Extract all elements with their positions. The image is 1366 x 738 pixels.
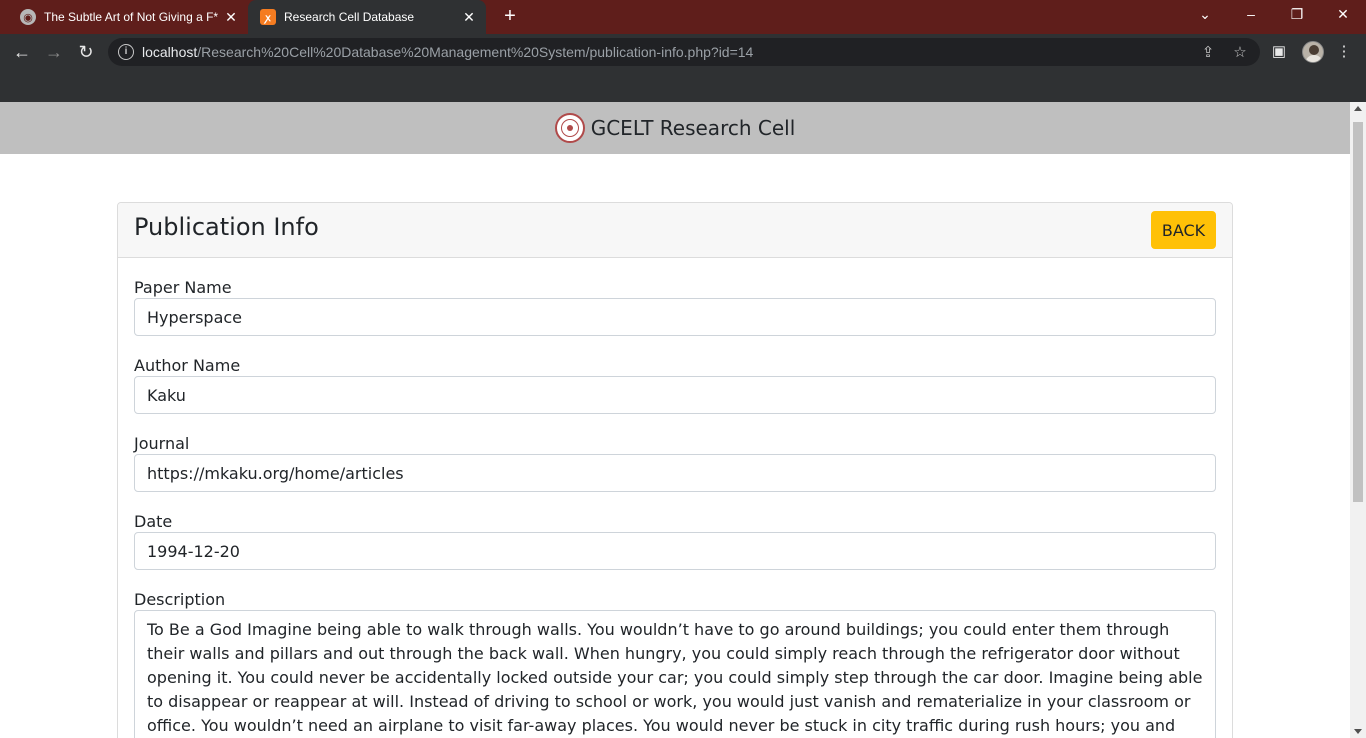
url-text: localhost/Research%20Cell%20Database%20M… (142, 44, 754, 60)
minimize-icon[interactable]: – (1240, 6, 1262, 22)
scroll-up-icon[interactable] (1354, 106, 1362, 111)
date-field[interactable]: 1994-12-20 (134, 532, 1216, 570)
page-scrollbar[interactable] (1350, 102, 1366, 738)
tab-title: The Subtle Art of Not Giving a F* (44, 10, 219, 24)
profile-avatar[interactable] (1302, 41, 1324, 63)
paper-name-label: Paper Name (134, 278, 232, 297)
date-label: Date (134, 512, 173, 531)
journal-label: Journal (134, 434, 190, 453)
paper-name-field[interactable]: Hyperspace (134, 298, 1216, 336)
card-header: Publication Info BACK (118, 203, 1232, 258)
browser-tab-subtle-art[interactable]: ◉ The Subtle Art of Not Giving a F* ✕ (8, 0, 248, 34)
new-tab-button[interactable]: + (498, 5, 522, 29)
author-name-label: Author Name (134, 356, 241, 375)
tab-title: Research Cell Database (284, 10, 415, 24)
scrollbar-thumb[interactable] (1353, 122, 1363, 502)
description-field[interactable]: To Be a God Imagine being able to walk t… (134, 610, 1216, 738)
site-header: GCELT Research Cell (0, 102, 1350, 154)
close-icon[interactable]: ✕ (458, 9, 480, 26)
description-label: Description (134, 590, 226, 609)
page-viewport: GCELT Research Cell Publication Info BAC… (0, 102, 1366, 738)
globe-icon: ◉ (20, 9, 36, 25)
browser-tab-research-cell[interactable]: ꭗ Research Cell Database ✕ (248, 0, 486, 34)
tab-search-icon[interactable]: ⌄ (1194, 6, 1216, 23)
bookmarks-bar (0, 70, 1366, 102)
window-close-icon[interactable]: ✕ (1332, 6, 1354, 23)
reload-icon[interactable]: ↻ (75, 41, 97, 63)
forward-arrow-icon[interactable]: → (43, 41, 65, 63)
college-logo (554, 113, 585, 143)
browser-tabstrip: ◉ The Subtle Art of Not Giving a F* ✕ ꭗ … (0, 0, 1366, 34)
page-title: Publication Info (134, 213, 319, 241)
more-menu-icon[interactable]: ⋮ (1334, 42, 1354, 60)
browser-toolbar: ← → ↻ i localhost/Research%20Cell%20Data… (0, 34, 1366, 70)
share-icon[interactable]: ⇪ (1198, 43, 1218, 61)
author-name-field[interactable]: Kaku (134, 376, 1216, 414)
side-panel-icon[interactable]: ▣ (1269, 42, 1289, 60)
restore-icon[interactable]: ❐ (1286, 6, 1308, 23)
scroll-down-icon[interactable] (1354, 729, 1362, 734)
bookmark-star-icon[interactable]: ☆ (1230, 43, 1250, 61)
back-arrow-icon[interactable]: ← (11, 41, 33, 63)
info-icon[interactable]: i (118, 44, 134, 60)
site-title: GCELT Research Cell (590, 116, 796, 140)
back-button[interactable]: BACK (1151, 211, 1216, 249)
close-icon[interactable]: ✕ (220, 9, 242, 26)
journal-field[interactable]: https://mkaku.org/home/articles (134, 454, 1216, 492)
publication-card: Publication Info BACK Paper Name Hypersp… (117, 202, 1233, 738)
address-bar[interactable]: i localhost/Research%20Cell%20Database%2… (108, 38, 1260, 66)
xampp-icon: ꭗ (260, 9, 276, 25)
